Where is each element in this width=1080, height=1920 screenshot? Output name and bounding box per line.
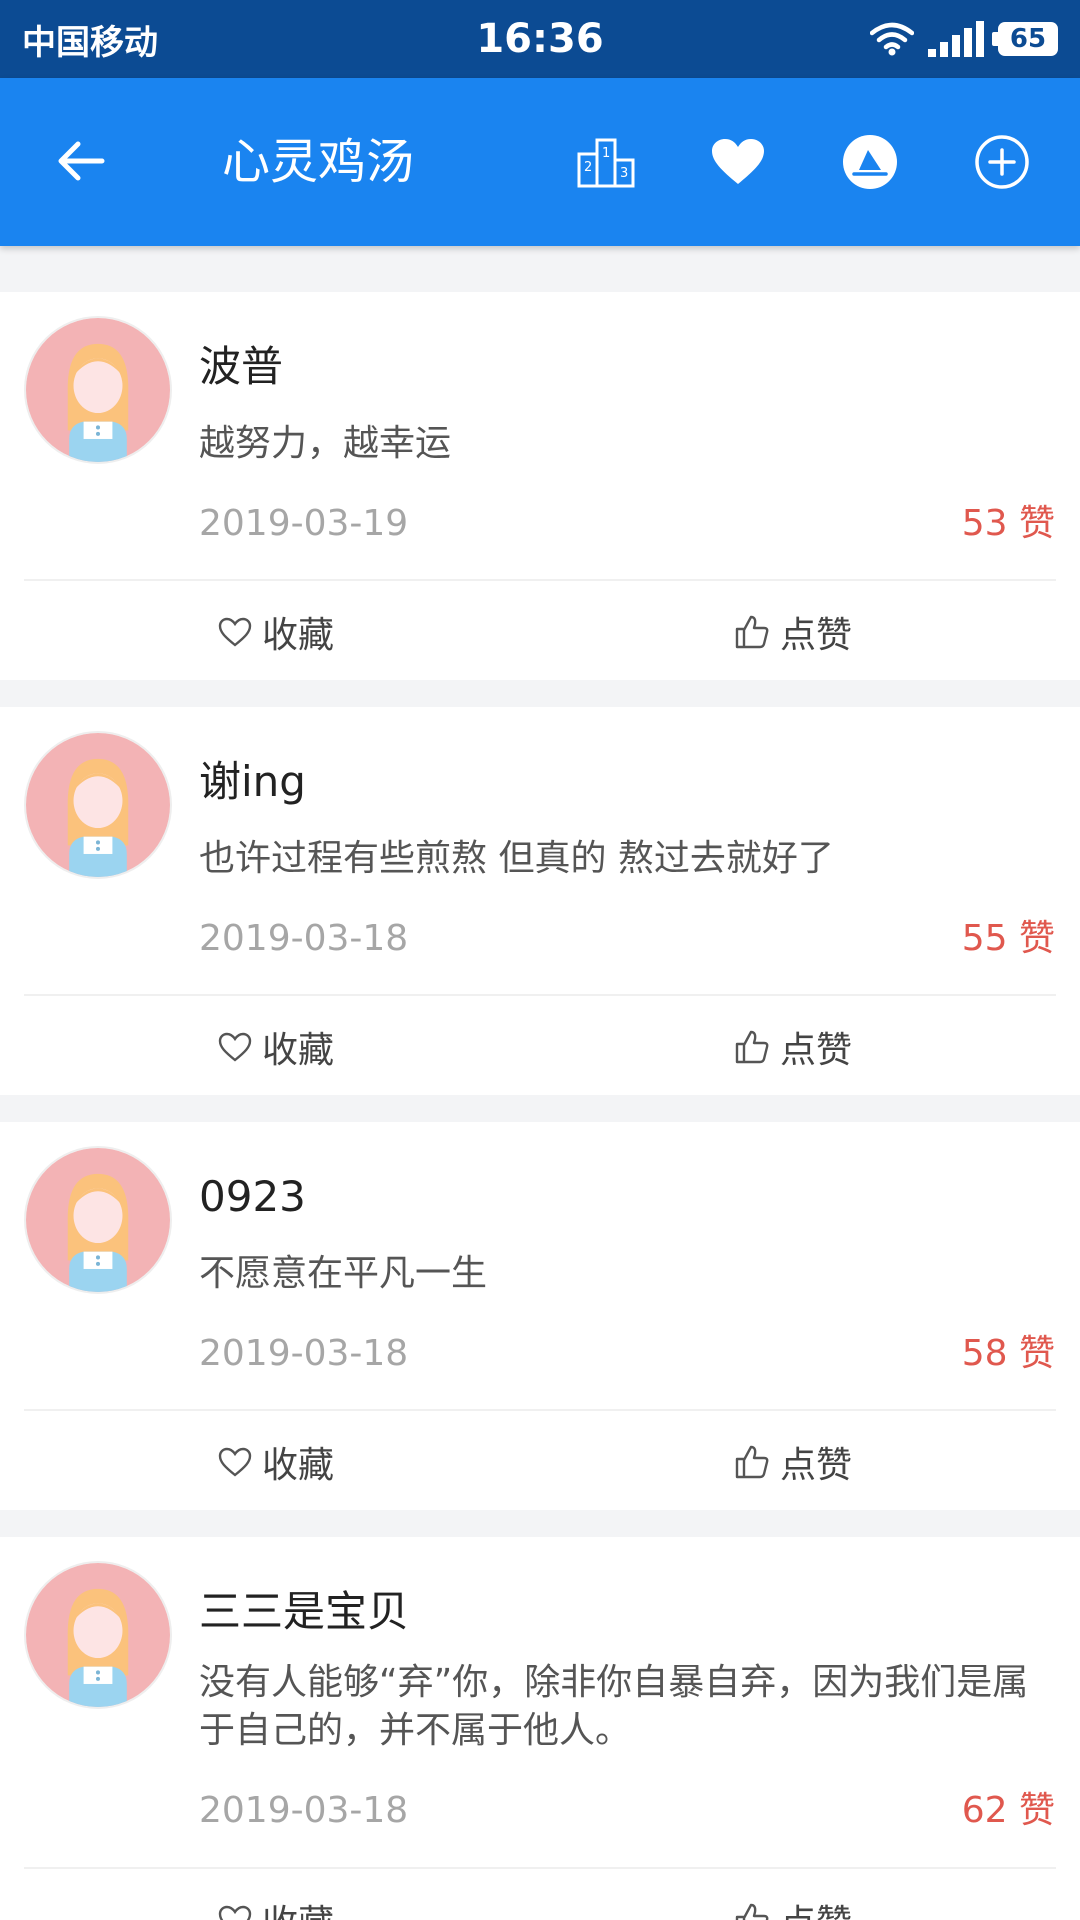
divider: [24, 1867, 1056, 1869]
post-card: 0923 不愿意在平凡一生 2019-03-18 58 赞 收藏 点赞: [0, 1122, 1080, 1510]
like-label: 点赞: [780, 615, 853, 656]
post-content: 也许过程有些煎熬 但真的 熬过去就好了: [199, 838, 834, 879]
back-button[interactable]: [48, 128, 114, 194]
avatar[interactable]: [24, 731, 172, 879]
post-date: 2019-03-18: [199, 1333, 409, 1374]
post-content: 没有人能够“弃”你，除非你自暴自弃，因为我们是属于自己的，并不属于他人。: [199, 1662, 1029, 1751]
like-count: 62 赞: [961, 1790, 1055, 1831]
svg-text:3: 3: [620, 166, 628, 181]
post-content: 不愿意在平凡一生: [199, 1253, 488, 1294]
carrier-name: 中国移动: [22, 22, 158, 63]
battery-icon: 65: [992, 22, 1058, 56]
signal-icon: [928, 21, 984, 57]
like-count: 53 赞: [961, 503, 1055, 544]
username[interactable]: 0923: [199, 1172, 306, 1222]
favorite-button[interactable]: 收藏: [218, 1434, 334, 1490]
divider: [24, 994, 1056, 996]
like-button[interactable]: 点赞: [734, 1434, 852, 1490]
ranking-podium-icon: 2 1 3: [577, 138, 635, 188]
avatar[interactable]: [24, 1561, 172, 1709]
thumbs-up-icon: [735, 1903, 769, 1920]
favorite-button[interactable]: 收藏: [218, 1019, 334, 1075]
favorite-button[interactable]: 收藏: [218, 604, 334, 660]
heart-outline-icon: [218, 617, 252, 647]
username[interactable]: 谢ing: [199, 757, 306, 807]
like-button[interactable]: 点赞: [734, 1019, 852, 1075]
like-label: 点赞: [780, 1030, 853, 1071]
like-count: 55 赞: [961, 918, 1055, 959]
like-label: 点赞: [780, 1445, 853, 1486]
thumbs-up-icon: [735, 615, 769, 649]
post-content: 越努力，越幸运: [199, 423, 452, 464]
favorite-label: 收藏: [262, 1894, 334, 1920]
paper-boat-icon: [843, 135, 897, 189]
svg-text:1: 1: [602, 146, 610, 161]
like-label: 点赞: [780, 1894, 852, 1920]
post-card: 波普 越努力，越幸运 2019-03-19 53 赞 收藏 点赞: [0, 292, 1080, 680]
favorite-label: 收藏: [262, 1445, 335, 1486]
page-title: 心灵鸡汤: [222, 134, 415, 190]
username[interactable]: 波普: [199, 342, 283, 392]
favorites-button[interactable]: [700, 124, 776, 200]
heart-outline-icon: [218, 1032, 252, 1062]
status-bar: 中国移动 16:36 65: [0, 0, 1080, 78]
post-card: 谢ing 也许过程有些煎熬 但真的 熬过去就好了 2019-03-18 55 赞…: [0, 707, 1080, 1095]
back-arrow-icon: [58, 141, 105, 181]
battery-level: 65: [1009, 24, 1047, 54]
avatar[interactable]: [24, 1146, 172, 1294]
favorite-label: 收藏: [262, 615, 335, 656]
post-card: 三三是宝贝 没有人能够“弃”你，除非你自暴自弃，因为我们是属于自己的，并不属于他…: [0, 1537, 1080, 1920]
divider: [24, 1409, 1056, 1411]
add-circle-icon: [975, 135, 1029, 189]
add-button[interactable]: [964, 124, 1040, 200]
thumbs-up-icon: [735, 1030, 769, 1064]
like-count: 58 赞: [961, 1333, 1055, 1374]
like-button[interactable]: 点赞: [734, 604, 852, 660]
ranking-button[interactable]: 2 1 3: [568, 124, 644, 200]
username[interactable]: 三三是宝贝: [199, 1587, 409, 1637]
post-date: 2019-03-18: [199, 918, 409, 959]
favorite-label: 收藏: [262, 1030, 335, 1071]
share-button[interactable]: [832, 124, 908, 200]
heart-icon: [712, 139, 764, 184]
post-date: 2019-03-19: [199, 503, 409, 544]
heart-outline-icon: [218, 1905, 252, 1920]
wifi-icon: [870, 22, 914, 56]
heart-outline-icon: [218, 1447, 252, 1477]
favorite-button[interactable]: 收藏: [218, 1892, 334, 1920]
divider: [24, 579, 1056, 581]
app-bar: 心灵鸡汤 2 1 3: [0, 78, 1080, 246]
svg-text:2: 2: [584, 160, 592, 175]
like-button[interactable]: 点赞: [734, 1892, 852, 1920]
avatar[interactable]: [24, 316, 172, 464]
status-icons: 65: [870, 21, 1058, 57]
post-date: 2019-03-18: [199, 1790, 409, 1831]
thumbs-up-icon: [735, 1445, 769, 1479]
